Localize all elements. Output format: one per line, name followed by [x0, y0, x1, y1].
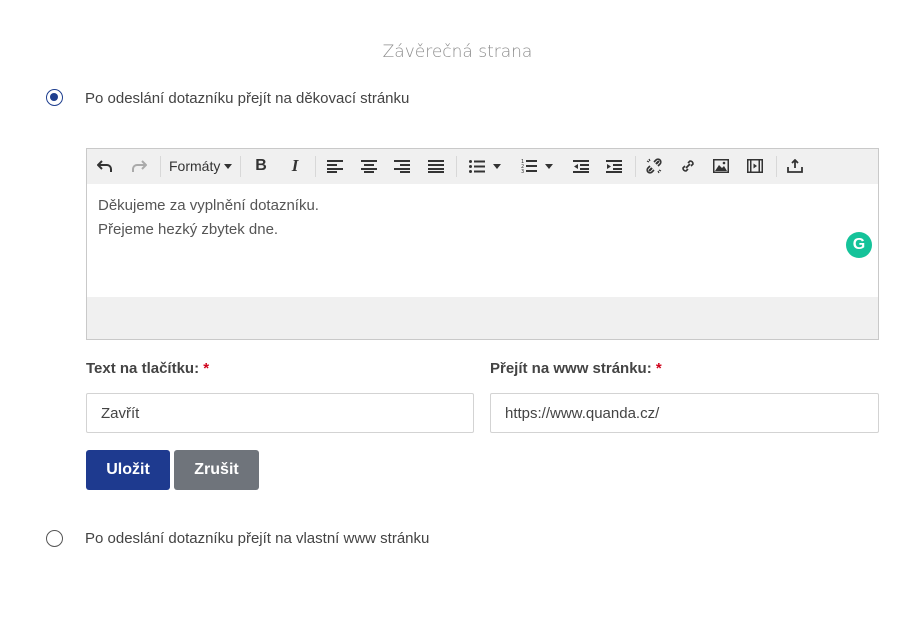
- bullet-list-icon[interactable]: [464, 155, 490, 177]
- formats-dropdown[interactable]: Formáty: [169, 155, 233, 177]
- radio-thankyou-page[interactable]: [46, 89, 63, 106]
- unlink-icon[interactable]: [641, 155, 667, 177]
- radio-thankyou-label: Po odeslání dotazníku přejít na děkovací…: [85, 90, 410, 107]
- url-input[interactable]: [490, 393, 879, 433]
- editor-content[interactable]: Děkujeme za vyplnění dotazníku. Přejeme …: [87, 184, 878, 298]
- editor-statusbar: [87, 297, 878, 339]
- rich-text-editor: Formáty B I 123 Děkujeme za vyplnění dot…: [86, 148, 879, 340]
- italic-icon[interactable]: I: [282, 155, 308, 177]
- align-center-icon[interactable]: [356, 155, 382, 177]
- editor-toolbar: Formáty B I 123: [87, 149, 878, 185]
- required-asterisk: *: [203, 360, 210, 377]
- toolbar-separator: [160, 156, 161, 177]
- toolbar-separator: [456, 156, 457, 177]
- image-icon[interactable]: [708, 155, 734, 177]
- align-right-icon[interactable]: [389, 155, 415, 177]
- grammarly-icon[interactable]: G: [846, 232, 872, 258]
- svg-text:3: 3: [521, 169, 524, 173]
- toolbar-separator: [315, 156, 316, 177]
- align-left-icon[interactable]: [322, 155, 348, 177]
- upload-icon[interactable]: [782, 155, 808, 177]
- link-icon[interactable]: [675, 155, 701, 177]
- editor-line: Děkujeme za vyplnění dotazníku.: [98, 197, 319, 214]
- radio-custom-url-label: Po odeslání dotazníku přejít na vlastní …: [85, 530, 430, 547]
- button-text-input[interactable]: [86, 393, 474, 433]
- chevron-down-icon: [224, 163, 233, 169]
- save-button[interactable]: Uložit: [86, 450, 170, 490]
- formats-label: Formáty: [169, 158, 221, 174]
- indent-icon[interactable]: [601, 155, 627, 177]
- page-title: Závěrečná strana: [382, 42, 533, 62]
- align-justify-icon[interactable]: [423, 155, 449, 177]
- bullet-list-chevron-down-icon[interactable]: [490, 155, 504, 177]
- url-label: Přejít na www stránku: *: [490, 360, 662, 377]
- bold-icon[interactable]: B: [248, 155, 274, 177]
- cancel-button[interactable]: Zrušit: [174, 450, 259, 490]
- toolbar-separator: [635, 156, 636, 177]
- toolbar-separator: [776, 156, 777, 177]
- required-asterisk: *: [655, 360, 662, 377]
- redo-icon[interactable]: [126, 155, 152, 177]
- numbered-list-chevron-down-icon[interactable]: [542, 155, 556, 177]
- toolbar-separator: [240, 156, 241, 177]
- button-text-label: Text na tlačítku: *: [86, 360, 210, 377]
- radio-custom-url[interactable]: [46, 530, 63, 547]
- editor-line: Přejeme hezký zbytek dne.: [98, 221, 279, 238]
- outdent-icon[interactable]: [568, 155, 594, 177]
- numbered-list-icon[interactable]: 123: [516, 155, 542, 177]
- undo-icon[interactable]: [92, 155, 118, 177]
- video-icon[interactable]: [742, 155, 768, 177]
